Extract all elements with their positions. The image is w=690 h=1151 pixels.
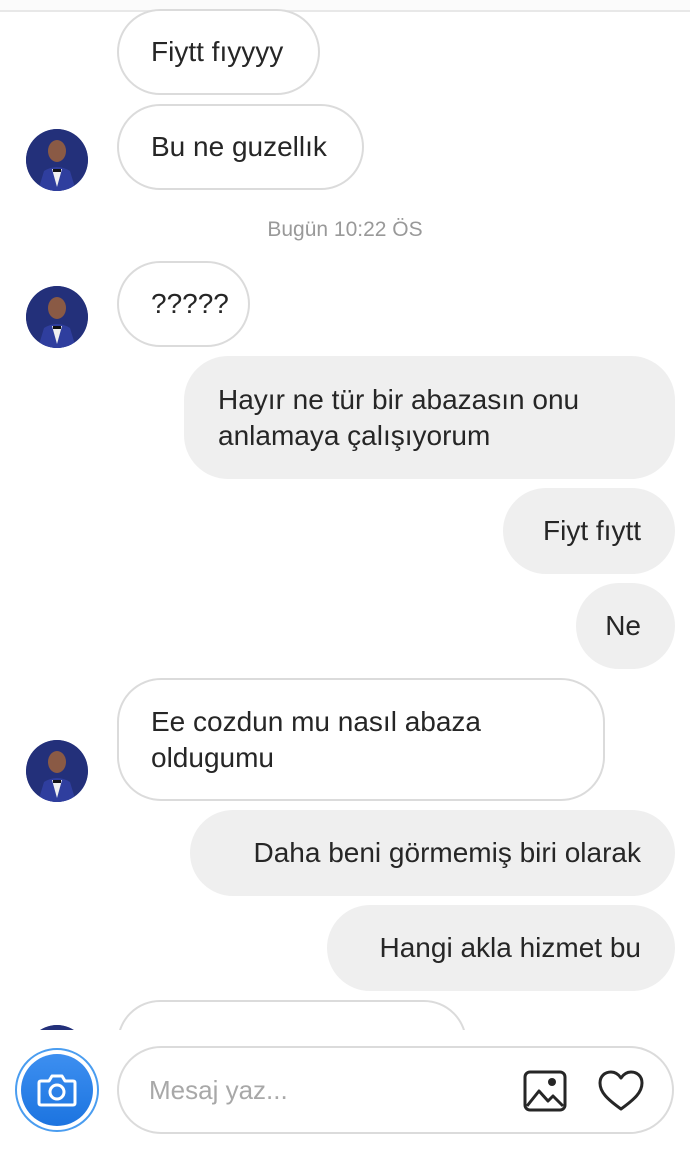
message-text: Fiytt fıyyyy [151, 36, 284, 67]
outgoing-message[interactable]: Daha beni görmemiş biri olarak [190, 810, 675, 896]
avatar[interactable] [26, 740, 88, 802]
message-text: Ne [605, 610, 641, 641]
incoming-message[interactable]: Bu ne guzellık [117, 104, 364, 190]
outgoing-message[interactable]: Hayır ne tür bir abazasın onu anlamaya ç… [184, 356, 675, 479]
camera-button[interactable] [15, 1048, 99, 1132]
outgoing-message[interactable]: Hangi akla hizmet bu [327, 905, 675, 991]
message-text: Bu ne guzellık [151, 131, 327, 162]
message-input[interactable]: Mesaj yaz... [117, 1046, 674, 1134]
message-text: Hangi akla hizmet bu [379, 932, 641, 963]
gallery-button[interactable] [522, 1068, 568, 1114]
like-button[interactable] [597, 1068, 644, 1114]
outgoing-message[interactable]: Fiyt fıytt [503, 488, 675, 574]
camera-icon [37, 1074, 77, 1107]
incoming-message[interactable] [117, 1000, 467, 1030]
message-text: Hayır ne tür bir abazasın onu anlamaya ç… [218, 383, 580, 451]
incoming-message[interactable]: Fiytt fıyyyy [117, 9, 320, 95]
message-text: Fiyt fıytt [543, 515, 641, 546]
avatar[interactable] [26, 129, 88, 191]
incoming-message[interactable]: Ee cozdun mu nasıl abaza oldugumu [117, 678, 605, 801]
avatar-image [26, 740, 88, 802]
message-text: Daha beni görmemiş biri olarak [253, 837, 641, 868]
heart-icon [598, 1070, 644, 1111]
message-thread[interactable]: Fiytt fıyyyy Bu ne guzellık Bugün 10:22 … [0, 0, 690, 1030]
message-text: Ee cozdun mu nasıl abaza oldugumu [151, 705, 481, 773]
avatar[interactable] [26, 1025, 88, 1030]
avatar-image [26, 129, 88, 191]
image-icon [523, 1070, 567, 1112]
outgoing-message[interactable]: Ne [576, 583, 675, 669]
message-text: ????? [151, 288, 229, 319]
avatar[interactable] [26, 286, 88, 348]
avatar-image [26, 286, 88, 348]
incoming-message[interactable]: ????? [117, 261, 250, 347]
avatar-image [40, 1025, 74, 1030]
message-input-placeholder: Mesaj yaz... [149, 1075, 288, 1105]
timestamp: Bugün 10:22 ÖS [267, 218, 423, 241]
